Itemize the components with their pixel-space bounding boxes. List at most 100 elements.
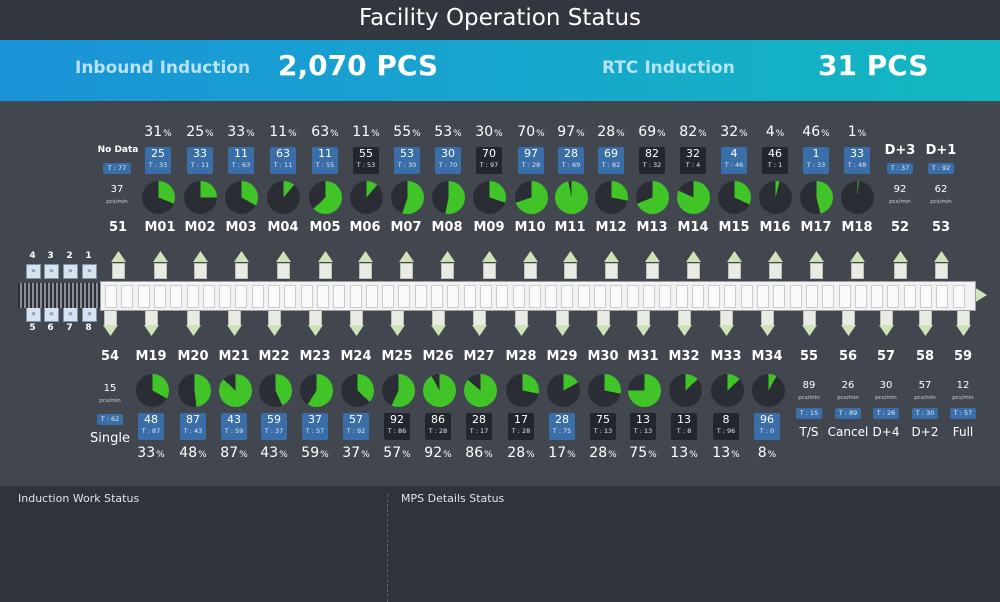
top-chute-M03[interactable] [235,263,248,279]
induction-top-button-2[interactable]: » [63,264,78,279]
bottom-box-M27[interactable]: 28 T : 17 [466,413,492,440]
induction-bottom-button-5[interactable]: « [26,307,41,322]
top-chute-M11[interactable] [564,263,577,279]
top-pie-M16[interactable] [759,181,792,214]
top-pie-M03[interactable] [225,181,258,214]
top-box-M06[interactable]: 55 T : 53 [353,147,379,174]
induction-bottom-button-7[interactable]: « [63,307,78,322]
top-box-M17[interactable]: 1T : 33 [803,147,829,174]
bottom-pie-M20[interactable] [178,374,211,407]
top-box-M15[interactable]: 4T : 46 [721,147,747,174]
bottom-box-M19[interactable]: 48 T : 87 [138,413,164,440]
bottom-right-target-58[interactable]: T : 30 [912,408,938,419]
bottom-pie-M21[interactable] [219,374,252,407]
bottom-chute-M31[interactable] [637,310,650,326]
top-box-M04[interactable]: 63 T : 11 [270,147,296,174]
top-left-target[interactable]: T : 77 [103,163,131,174]
top-box-M08[interactable]: 30 T : 70 [435,147,461,174]
bottom-box-M34[interactable]: 96 T : 0 [754,413,780,440]
bottom-box-M31[interactable]: 13 T : 13 [630,413,656,440]
top-pie-M02[interactable] [184,181,217,214]
top-box-M11[interactable]: 28 T : 69 [558,147,584,174]
bottom-chute-M34[interactable] [761,310,774,326]
top-box-M13[interactable]: 82 T : 32 [639,147,665,174]
top-right-chute-D+3[interactable] [894,263,907,279]
bottom-right-chute-55[interactable] [803,310,816,326]
induction-top-button-4[interactable]: » [26,264,41,279]
top-pie-M18[interactable] [841,181,874,214]
top-chute-M16[interactable] [769,263,782,279]
top-right-chute-D+1[interactable] [935,263,948,279]
bottom-right-chute-57[interactable] [880,310,893,326]
top-chute-M02[interactable] [194,263,207,279]
top-pie-M08[interactable] [432,181,465,214]
bottom-pie-M32[interactable] [669,374,702,407]
top-box-M12[interactable]: 69 T : 82 [598,147,624,174]
top-chute-M12[interactable] [605,263,618,279]
top-pie-M15[interactable] [718,181,751,214]
top-left-chute[interactable] [112,263,125,279]
bottom-pie-M27[interactable] [464,374,497,407]
top-pie-M13[interactable] [636,181,669,214]
top-box-M14[interactable]: 32 T : 4 [680,147,706,174]
bottom-box-M20[interactable]: 87 T : 43 [180,413,206,440]
top-pie-M05[interactable] [309,181,342,214]
top-chute-M17[interactable] [810,263,823,279]
bottom-right-target-56[interactable]: T : 89 [835,408,861,419]
top-box-M18[interactable]: 33 T : 48 [844,147,870,174]
bottom-box-M30[interactable]: 75 T : 13 [590,413,616,440]
induction-top-button-1[interactable]: » [82,264,97,279]
top-pie-M09[interactable] [473,181,506,214]
bottom-box-M29[interactable]: 28 T : 75 [549,413,575,440]
bottom-chute-M23[interactable] [309,310,322,326]
bottom-chute-M22[interactable] [268,310,281,326]
top-right-target-D+3[interactable]: T : 37 [887,163,913,174]
induction-bottom-button-6[interactable]: « [44,307,59,322]
top-box-M07[interactable]: 53 T : 30 [394,147,420,174]
bottom-chute-M29[interactable] [556,310,569,326]
top-pie-M06[interactable] [350,181,383,214]
bottom-chute-M30[interactable] [597,310,610,326]
bottom-pie-M19[interactable] [136,374,169,407]
top-pie-M07[interactable] [391,181,424,214]
top-box-M05[interactable]: 11 T : 55 [312,147,338,174]
bottom-right-chute-58[interactable] [919,310,932,326]
bottom-chute-M19[interactable] [145,310,158,326]
bottom-chute-M21[interactable] [228,310,241,326]
bottom-pie-M29[interactable] [547,374,580,407]
bottom-pie-M25[interactable] [382,374,415,407]
bottom-chute-M27[interactable] [473,310,486,326]
bottom-pie-M26[interactable] [423,374,456,407]
bottom-box-M22[interactable]: 59 T : 37 [261,413,287,440]
top-pie-M17[interactable] [800,181,833,214]
bottom-box-M26[interactable]: 86 T : 28 [425,413,451,440]
top-chute-M01[interactable] [154,263,167,279]
top-pie-M04[interactable] [267,181,300,214]
bottom-box-M21[interactable]: 43 T : 59 [221,413,247,440]
bottom-chute-M33[interactable] [720,310,733,326]
bottom-box-M32[interactable]: 13 T : 8 [671,413,697,440]
top-pie-M10[interactable] [515,181,548,214]
bottom-pie-M22[interactable] [259,374,292,407]
top-box-M16[interactable]: 46 T : 1 [762,147,788,174]
top-chute-M18[interactable] [851,263,864,279]
top-pie-M12[interactable] [595,181,628,214]
top-chute-M13[interactable] [646,263,659,279]
bottom-box-M33[interactable]: 8T : 96 [713,413,739,440]
bottom-chute-M20[interactable] [187,310,200,326]
bottom-chute-M26[interactable] [432,310,445,326]
top-box-M02[interactable]: 33 T : 11 [187,147,213,174]
top-chute-M15[interactable] [728,263,741,279]
bottom-chute-M24[interactable] [350,310,363,326]
bottom-pie-M24[interactable] [341,374,374,407]
top-chute-M07[interactable] [400,263,413,279]
bottom-pie-M33[interactable] [711,374,744,407]
top-box-M01[interactable]: 25 T : 33 [145,147,171,174]
top-pie-M01[interactable] [142,181,175,214]
top-box-M09[interactable]: 70 T : 97 [476,147,502,174]
top-box-M10[interactable]: 97 T : 28 [518,147,544,174]
bottom-box-M23[interactable]: 37 T : 57 [302,413,328,440]
bottom-pie-M34[interactable] [752,374,785,407]
bottom-right-target-59[interactable]: T : 57 [950,408,976,419]
top-chute-M04[interactable] [277,263,290,279]
